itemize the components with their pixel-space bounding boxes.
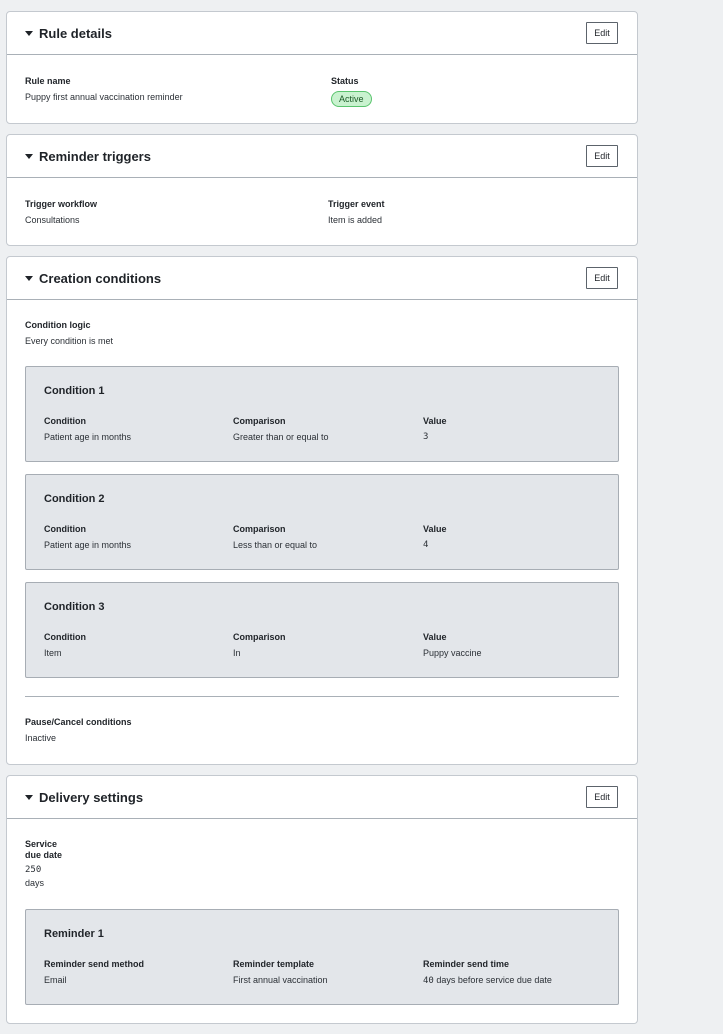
comparison-value: Less than or equal to [233, 540, 318, 550]
rule-name-value: Puppy first annual vaccination reminder [25, 92, 183, 102]
pause-cancel-value: Inactive [25, 733, 57, 743]
rule-details-edit-button[interactable]: Edit [586, 22, 618, 44]
rule-details-section: Rule details Edit Rule name Puppy first … [6, 11, 638, 124]
reminder-template-field: Reminder template First annual vaccinati… [233, 959, 328, 986]
delivery-settings-title[interactable]: Delivery settings [25, 790, 143, 805]
caret-down-icon[interactable] [25, 275, 33, 281]
delivery-settings-header[interactable]: Delivery settings Edit [7, 776, 637, 819]
delivery-settings-title-text: Delivery settings [39, 789, 144, 805]
condition-value: Patient age in months [44, 432, 132, 442]
condition-card: Condition 2 Condition Patient age in mon… [25, 474, 619, 570]
comparison-label: Comparison [233, 416, 286, 426]
trigger-event-value: Item is added [328, 215, 383, 225]
condition-logic-label: Condition logic [25, 320, 91, 330]
value-label: Value [423, 416, 447, 426]
service-due-date-label-line2: due date [25, 850, 63, 860]
comparison-field: Comparison Greater than or equal to [233, 416, 329, 443]
send-time-field: Reminder send time 40 days before servic… [423, 959, 552, 987]
caret-down-icon[interactable] [25, 153, 33, 159]
comparison-field: Comparison Less than or equal to [233, 524, 317, 551]
reminder-triggers-title[interactable]: Reminder triggers [25, 149, 151, 164]
condition-value: Patient age in months [44, 540, 132, 550]
trigger-workflow-field: Trigger workflow Consultations [25, 199, 97, 226]
section-divider [25, 696, 619, 697]
value-value: Puppy vaccine [423, 648, 482, 658]
send-method-field: Reminder send method Email [44, 959, 144, 986]
condition-label: Condition [44, 416, 86, 426]
service-due-date-unit: days [25, 878, 45, 888]
condition-value: Item [44, 648, 62, 658]
send-time-text: days before service due date [433, 975, 552, 985]
reminder-triggers-header[interactable]: Reminder triggers Edit [7, 135, 637, 178]
value-field: Value Puppy vaccine [423, 632, 482, 659]
value-field: Value 3 [423, 416, 447, 443]
trigger-workflow-value: Consultations [25, 215, 80, 225]
comparison-field: Comparison In [233, 632, 286, 659]
status-badge: Active [331, 91, 372, 107]
rule-details-header[interactable]: Rule details Edit [7, 12, 637, 55]
rule-name-field: Rule name Puppy first annual vaccination… [25, 76, 183, 103]
send-time-value: 40 days before service due date [423, 975, 552, 987]
reminder-triggers-edit-button[interactable]: Edit [586, 145, 618, 167]
delivery-settings-edit-button[interactable]: Edit [586, 786, 618, 808]
service-due-date-value: 250 [25, 865, 42, 875]
condition-logic-field: Condition logic Every condition is met [25, 320, 113, 347]
value-label: Value [423, 524, 447, 534]
condition-card-title: Condition 3 [44, 601, 105, 613]
caret-down-icon[interactable] [25, 794, 33, 800]
value-value: 4 [423, 540, 429, 550]
rule-name-label: Rule name [25, 76, 71, 86]
trigger-event-label: Trigger event [328, 199, 385, 209]
rule-details-title-text: Rule details [39, 25, 112, 41]
send-method-label: Reminder send method [44, 959, 145, 969]
comparison-label: Comparison [233, 524, 286, 534]
condition-logic-value: Every condition is met [25, 336, 114, 346]
condition-card: Condition 1 Condition Patient age in mon… [25, 366, 619, 462]
condition-field: Condition Patient age in months [44, 524, 131, 551]
rule-details-title[interactable]: Rule details [25, 26, 112, 41]
send-time-number: 40 [423, 976, 434, 986]
condition-card-title: Condition 1 [44, 385, 105, 397]
reminder-rule-page: Rule details Edit Rule name Puppy first … [0, 0, 723, 1034]
condition-label: Condition [44, 524, 86, 534]
comparison-value: In [233, 648, 241, 658]
trigger-workflow-label: Trigger workflow [25, 199, 98, 209]
caret-down-icon[interactable] [25, 30, 33, 36]
condition-label: Condition [44, 632, 86, 642]
service-due-date-label-line1: Service [25, 839, 58, 849]
creation-conditions-header[interactable]: Creation conditions Edit [7, 257, 637, 300]
value-label: Value [423, 632, 447, 642]
creation-conditions-section: Creation conditions Edit Condition logic… [6, 256, 638, 765]
condition-field: Condition Item [44, 632, 86, 659]
creation-conditions-title[interactable]: Creation conditions [25, 271, 161, 286]
condition-card-title: Condition 2 [44, 493, 105, 505]
reminder-template-label: Reminder template [233, 959, 315, 969]
reminder-card-title: Reminder 1 [44, 928, 104, 940]
reminder-card: Reminder 1 Reminder send method Email Re… [25, 909, 619, 1005]
send-method-value: Email [44, 975, 67, 985]
pause-cancel-label: Pause/Cancel conditions [25, 717, 132, 727]
value-value: 3 [423, 432, 429, 442]
reminder-template-value: First annual vaccination [233, 975, 328, 985]
status-label: Status [331, 76, 359, 86]
reminder-triggers-title-text: Reminder triggers [39, 148, 151, 164]
comparison-label: Comparison [233, 632, 286, 642]
condition-field: Condition Patient age in months [44, 416, 131, 443]
value-field: Value 4 [423, 524, 447, 551]
trigger-event-field: Trigger event Item is added [328, 199, 385, 226]
delivery-settings-section: Delivery settings Edit Service due date … [6, 775, 638, 1024]
condition-card: Condition 3 Condition Item Comparison In… [25, 582, 619, 678]
creation-conditions-edit-button[interactable]: Edit [586, 267, 618, 289]
pause-cancel-field: Pause/Cancel conditions Inactive [25, 717, 132, 744]
status-field: Status Active [331, 76, 372, 107]
service-due-date-field: Service due date 250 days [25, 839, 62, 889]
creation-conditions-title-text: Creation conditions [39, 270, 162, 286]
comparison-value: Greater than or equal to [233, 432, 329, 442]
send-time-label: Reminder send time [423, 959, 510, 969]
reminder-triggers-section: Reminder triggers Edit Trigger workflow … [6, 134, 638, 246]
